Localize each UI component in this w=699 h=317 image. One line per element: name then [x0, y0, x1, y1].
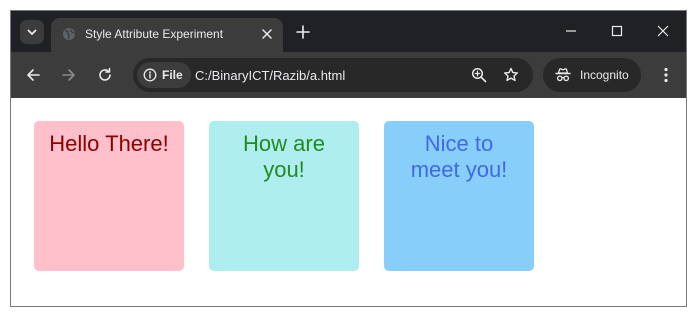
arrow-right-icon — [62, 69, 75, 81]
page-content: Hello There! How are you! Nice to meet y… — [11, 98, 686, 306]
close-icon — [657, 25, 669, 37]
url-text[interactable]: C:/BinaryICT/Razib/a.html — [195, 68, 345, 83]
incognito-icon — [555, 68, 571, 82]
minimize-button[interactable] — [556, 19, 586, 43]
reload-button[interactable] — [93, 63, 117, 87]
greeting-box-2: How are you! — [209, 121, 359, 271]
zoom-button[interactable] — [470, 66, 488, 84]
back-button[interactable] — [21, 63, 45, 87]
plus-icon — [296, 25, 310, 39]
close-window-button[interactable] — [648, 19, 678, 43]
incognito-label: Incognito — [580, 68, 629, 82]
tab-search-button[interactable] — [20, 20, 44, 44]
tab-close-button[interactable] — [259, 26, 275, 42]
greeting-text: Hello There! — [49, 131, 169, 156]
arrow-left-icon — [27, 69, 40, 81]
address-bar[interactable]: File C:/BinaryICT/Razib/a.html — [133, 58, 533, 92]
tab-strip: Style Attribute Experiment — [11, 11, 686, 52]
chevron-down-icon — [27, 29, 37, 35]
info-icon — [143, 68, 157, 82]
menu-button[interactable] — [654, 63, 678, 87]
site-info-chip[interactable]: File — [137, 62, 191, 88]
greeting-text: Nice to meet you! — [410, 131, 508, 182]
tab-title: Style Attribute Experiment — [85, 27, 224, 41]
star-icon — [504, 67, 518, 82]
close-icon — [262, 29, 272, 39]
kebab-menu-icon — [664, 67, 668, 83]
bookmark-button[interactable] — [502, 66, 520, 84]
globe-icon — [62, 27, 76, 41]
site-chip-label: File — [162, 68, 183, 82]
minimize-icon — [566, 30, 576, 32]
browser-window: Style Attribute Experiment File C:/Binar… — [10, 10, 687, 307]
greeting-box-3: Nice to meet you! — [384, 121, 534, 271]
incognito-profile-button[interactable]: Incognito — [543, 58, 641, 92]
maximize-button[interactable] — [602, 19, 632, 43]
tab-active[interactable]: Style Attribute Experiment — [51, 18, 283, 52]
toolbar: File C:/BinaryICT/Razib/a.html Incognito — [11, 52, 686, 98]
new-tab-button[interactable] — [293, 22, 313, 42]
zoom-icon — [471, 67, 487, 83]
maximize-icon — [611, 25, 623, 37]
greeting-box-1: Hello There! — [34, 121, 184, 271]
forward-button[interactable] — [57, 63, 81, 87]
greeting-text: How are you! — [243, 131, 325, 182]
reload-icon — [99, 67, 111, 81]
